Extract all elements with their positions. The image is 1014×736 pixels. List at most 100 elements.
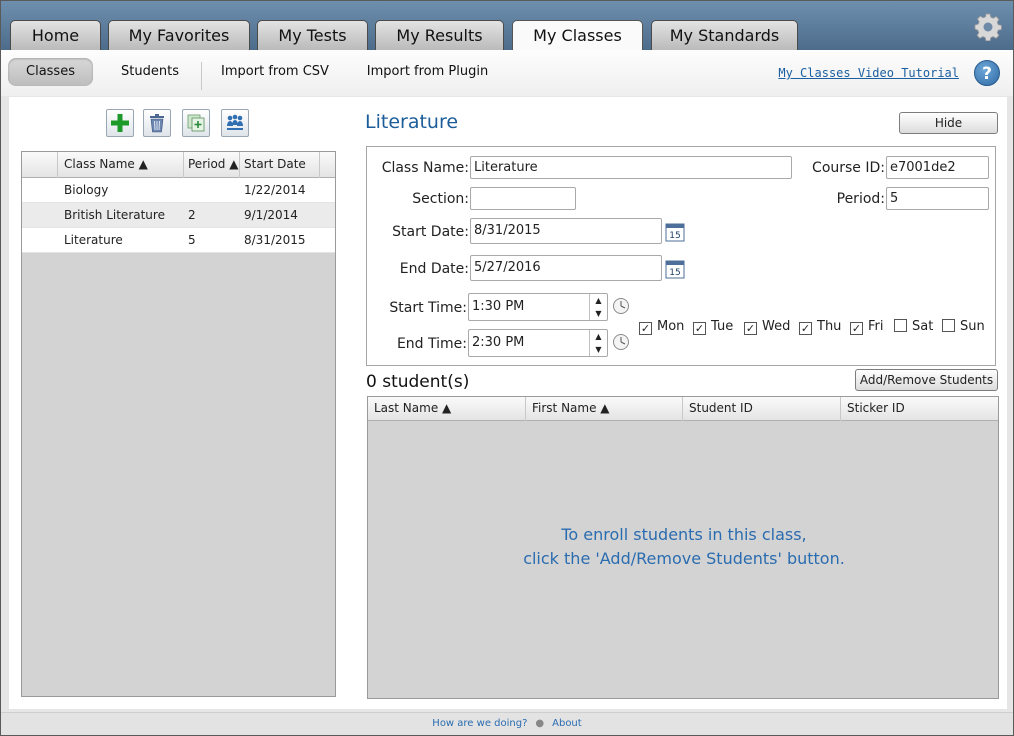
class-details-form: Class Name: Literature Course ID: e7001d… [366,146,996,366]
course-id-field[interactable]: e7001de2 [886,156,989,179]
video-tutorial-link[interactable]: My Classes Video Tutorial [778,66,959,80]
checkbox-checked-icon: ✓ [850,322,863,335]
class-name-cell: British Literature [64,208,165,222]
day-mon-checkbox[interactable]: ✓ Mon [639,319,684,335]
checkbox-checked-icon: ✓ [693,322,706,335]
end-date-field[interactable]: 5/27/2016 [470,255,662,281]
subnav-classes[interactable]: Classes [8,58,93,86]
top-tab-bar: Home My Favorites My Tests My Results My… [0,0,1014,52]
start-date-cell: 9/1/2014 [244,208,298,222]
subnav-divider [201,62,202,90]
tab-my-classes[interactable]: My Classes [512,20,643,52]
footer: How are we doing? ● About [0,712,1014,736]
students-grid-header: Last Name ▲ First Name ▲ Student ID Stic… [368,397,998,421]
checkbox-checked-icon: ✓ [799,322,812,335]
group-icon [227,114,243,130]
trash-icon [150,114,164,133]
day-label: Sat [912,319,934,334]
start-time-field[interactable]: 1:30 PM ▲ ▼ [468,293,608,321]
checkbox-checked-icon: ✓ [639,322,652,335]
class-row-british-literature[interactable]: British Literature 2 9/1/2014 [22,203,335,228]
add-class-button[interactable] [106,109,134,137]
class-name-cell: Biology [64,183,109,197]
tab-my-standards[interactable]: My Standards [651,20,798,51]
end-time-field[interactable]: 2:30 PM ▲ ▼ [468,329,608,357]
class-name-cell: Literature [64,233,123,247]
period-label: Period: [836,191,885,207]
spin-up-icon[interactable]: ▲ [590,330,607,343]
day-fri-checkbox[interactable]: ✓ Fri [850,319,884,335]
day-wed-checkbox[interactable]: ✓ Wed [744,319,790,335]
start-time-label: Start Time: [389,300,467,316]
course-id-label: Course ID: [812,160,885,176]
start-date-cell: 1/22/2014 [244,183,306,197]
day-label: Thu [817,319,842,334]
start-date-label: Start Date: [392,224,469,240]
day-thu-checkbox[interactable]: ✓ Thu [799,319,841,335]
hide-button[interactable]: Hide [899,112,998,134]
checkbox-checked-icon: ✓ [744,322,757,335]
sub-navigation: Classes Students Import from CSV Import … [0,50,1014,96]
checkbox-unchecked-icon [894,319,907,332]
class-grid-header: Class Name ▲ Period ▲ Start Date [22,152,335,178]
column-header-first-name[interactable]: First Name ▲ [526,397,683,421]
day-label: Tue [711,319,734,334]
column-header-start-date[interactable]: Start Date [238,152,320,178]
copy-icon [187,114,205,132]
tab-my-favorites[interactable]: My Favorites [108,20,250,51]
delete-class-button[interactable] [143,109,171,137]
class-row-literature[interactable]: Literature 5 8/31/2015 [22,228,335,253]
gear-icon[interactable] [974,13,1002,41]
checkbox-unchecked-icon [942,319,955,332]
subnav-import-plugin[interactable]: Import from Plugin [360,58,495,86]
column-header-last-name[interactable]: Last Name ▲ [368,397,526,421]
subnav-import-csv[interactable]: Import from CSV [215,58,335,86]
help-icon[interactable]: ? [974,60,1000,86]
period-cell: 5 [188,233,196,247]
student-count: 0 student(s) [366,372,470,392]
end-time-spinner[interactable]: ▲ ▼ [589,330,607,356]
start-time-spinner[interactable]: ▲ ▼ [589,294,607,320]
end-time-label: End Time: [396,336,467,352]
end-time-value: 2:30 PM [472,335,525,350]
spin-down-icon[interactable]: ▼ [590,307,607,320]
subnav-students[interactable]: Students [110,58,190,86]
column-header-student-id[interactable]: Student ID [683,397,841,421]
start-date-calendar-icon[interactable]: 15 [665,222,685,242]
period-field[interactable]: 5 [886,187,989,210]
class-name-label: Class Name: [381,160,469,176]
class-row-biology[interactable]: Biology 1/22/2014 [22,178,335,203]
tab-home[interactable]: Home [10,20,101,51]
spin-up-icon[interactable]: ▲ [590,294,607,307]
day-tue-checkbox[interactable]: ✓ Tue [693,319,733,335]
column-header-class-name[interactable]: Class Name ▲ [58,152,184,178]
empty-students-message: To enroll students in this class, click … [368,523,1000,571]
class-students-button[interactable] [221,109,249,137]
start-time-clock-icon[interactable] [612,297,630,315]
spin-down-icon[interactable]: ▼ [590,343,607,356]
feedback-link[interactable]: How are we doing? [432,718,527,729]
row-selector-header [22,152,58,178]
end-time-clock-icon[interactable] [612,333,630,351]
tab-my-tests[interactable]: My Tests [257,20,368,51]
tab-my-results[interactable]: My Results [375,20,504,51]
start-date-cell: 8/31/2015 [244,233,306,247]
copy-class-button[interactable] [182,109,210,137]
empty-message-line-2: click the 'Add/Remove Students' button. [523,549,845,568]
day-label: Wed [762,319,791,334]
end-date-label: End Date: [399,261,469,277]
add-remove-students-button[interactable]: Add/Remove Students [855,369,998,391]
class-name-field[interactable]: Literature [470,156,792,179]
footer-separator-icon: ● [535,718,545,729]
section-label: Section: [412,191,469,207]
day-sun-checkbox[interactable]: Sun [942,319,985,334]
end-date-calendar-icon[interactable]: 15 [665,259,685,279]
day-sat-checkbox[interactable]: Sat [894,319,933,334]
about-link[interactable]: About [552,718,582,729]
class-list-grid: Class Name ▲ Period ▲ Start Date Biology… [21,151,336,697]
section-field[interactable] [470,187,576,210]
column-header-period[interactable]: Period ▲ [182,152,240,178]
day-label: Fri [868,319,884,334]
start-date-field[interactable]: 8/31/2015 [470,218,662,244]
column-header-sticker-id[interactable]: Sticker ID [841,397,998,421]
